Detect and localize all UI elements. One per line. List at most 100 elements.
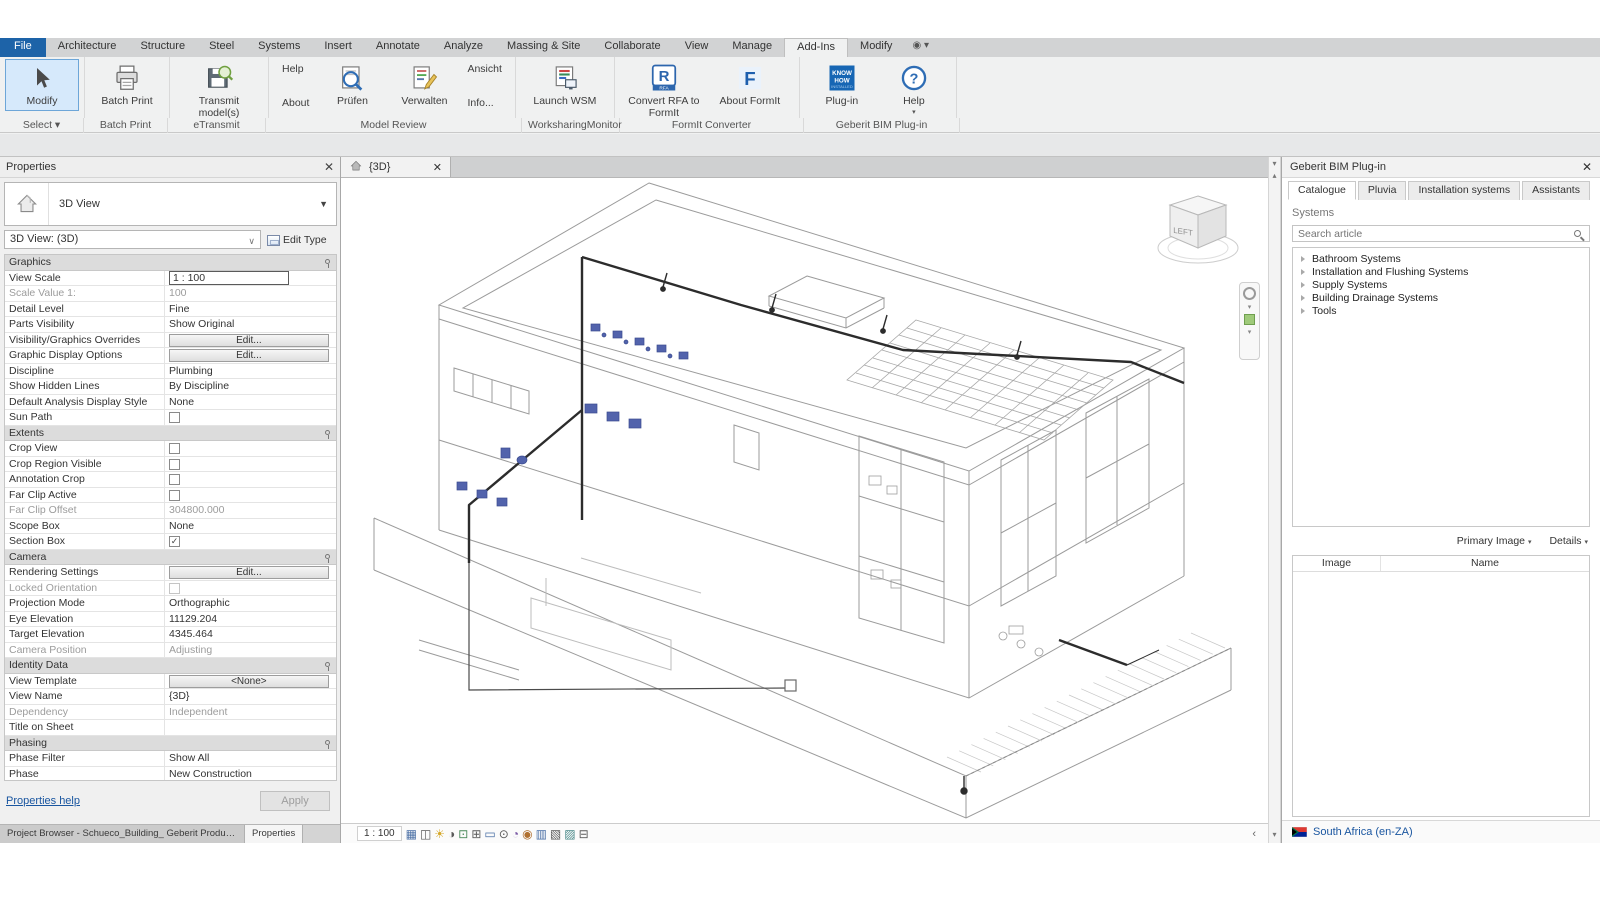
property-value[interactable]: None <box>165 395 336 410</box>
model-viewport[interactable]: LEFT ▾ ▾ <box>341 178 1268 823</box>
instance-selector[interactable]: 3D View: (3D) ∨ <box>4 230 261 249</box>
steering-wheel-icon[interactable] <box>1243 287 1256 300</box>
property-value[interactable]: None <box>165 519 336 534</box>
ribbon-button-help[interactable]: ?Help▾ <box>878 60 950 118</box>
apply-button[interactable]: Apply <box>260 791 330 811</box>
property-value[interactable]: Show All <box>165 751 336 766</box>
checkbox[interactable] <box>169 490 180 501</box>
view-tab-3d[interactable]: {3D} ✕ <box>341 157 451 177</box>
tree-item-tools[interactable]: Tools <box>1295 304 1587 317</box>
ribbon-tab-architecture[interactable]: Architecture <box>46 38 129 57</box>
search-icon[interactable] <box>1574 230 1581 237</box>
primary-image-dropdown[interactable]: Primary Image ▾ <box>1457 535 1532 547</box>
section-header-identity-data[interactable]: Identity Data <box>5 658 336 674</box>
ribbon-group-label[interactable]: Select ▾ <box>0 118 84 133</box>
tab-assistants[interactable]: Assistants <box>1522 181 1590 200</box>
footer-tab-project-browser[interactable]: Project Browser - Schueco_Building_ Gebe… <box>0 825 245 843</box>
detail-level-icon[interactable]: ▦ <box>406 826 417 842</box>
ribbon-button-help[interactable]: Help <box>279 62 312 76</box>
section-header-graphics[interactable]: Graphics <box>5 255 336 271</box>
scroll-down-icon[interactable]: ▾ <box>1269 830 1280 839</box>
rendering-dialog-icon[interactable]: ⊡ <box>458 826 468 842</box>
close-icon[interactable]: ✕ <box>1582 157 1592 178</box>
expand-arrow-icon[interactable] <box>1301 256 1305 262</box>
footer-tab-properties[interactable]: Properties <box>245 825 303 843</box>
property-value[interactable]: By Discipline <box>165 379 336 394</box>
expand-arrow-icon[interactable] <box>1301 308 1305 314</box>
tab-catalogue[interactable]: Catalogue <box>1288 181 1356 200</box>
section-header-phasing[interactable]: Phasing <box>5 736 336 752</box>
ribbon-tab-systems[interactable]: Systems <box>246 38 312 57</box>
expand-arrow-icon[interactable] <box>1301 269 1305 275</box>
chevron-down-icon[interactable]: ▼ <box>319 199 336 209</box>
vertical-scrollbar[interactable]: ▾ ▴ ▾ <box>1268 157 1281 843</box>
expand-arrow-icon[interactable] <box>1301 282 1305 288</box>
ribbon-tab-file[interactable]: File <box>0 38 46 57</box>
close-icon[interactable]: ✕ <box>433 161 442 174</box>
reveal-hidden-icon[interactable]: ◉ <box>522 826 532 842</box>
ribbon-button-modify[interactable]: Modify <box>6 60 78 110</box>
checkbox[interactable] <box>169 412 180 423</box>
value-input[interactable]: 1 : 100 <box>169 271 289 285</box>
ribbon-button-verwalten[interactable]: Verwalten <box>388 60 460 110</box>
tab-installation-systems[interactable]: Installation systems <box>1408 181 1520 200</box>
property-value[interactable] <box>165 720 336 735</box>
tree-item-supply-systems[interactable]: Supply Systems <box>1295 278 1587 291</box>
column-header-image[interactable]: Image <box>1293 556 1381 571</box>
ribbon-tab-modify[interactable]: Modify <box>848 38 904 57</box>
ribbon-tab-manage[interactable]: Manage <box>720 38 784 57</box>
value-button[interactable]: Edit... <box>169 349 329 362</box>
analysis-display-icon[interactable]: ▨ <box>564 826 575 842</box>
crop-region-icon[interactable]: ▭ <box>484 826 495 842</box>
view-cube[interactable]: LEFT <box>1156 186 1240 278</box>
property-value[interactable]: Fine <box>165 302 336 317</box>
tree-item-building-drainage-systems[interactable]: Building Drainage Systems <box>1295 291 1587 304</box>
close-icon[interactable]: ✕ <box>324 157 334 178</box>
temporary-hide-isolate-icon[interactable]: ◔ <box>512 826 519 842</box>
edit-type-button[interactable]: Edit Type <box>265 230 337 250</box>
ribbon-tab-add-ins[interactable]: Add-Ins <box>784 38 848 57</box>
ribbon-button-about-formit[interactable]: FAbout FormIt <box>707 60 793 110</box>
chevron-down-icon[interactable]: ▾ <box>1248 303 1252 311</box>
ribbon-tab-collaborate[interactable]: Collaborate <box>592 38 672 57</box>
ribbon-button-about[interactable]: About <box>279 96 312 110</box>
ribbon-button-transmit-model-s-[interactable]: Transmit model(s) <box>176 60 262 121</box>
ribbon-tab-steel[interactable]: Steel <box>197 38 246 57</box>
property-value[interactable]: {3D} <box>165 689 336 704</box>
property-value[interactable]: 4345.464 <box>165 627 336 642</box>
property-value[interactable]: 11129.204 <box>165 612 336 627</box>
scroll-left-icon[interactable]: ‹ <box>1252 828 1260 840</box>
section-header-extents[interactable]: Extents <box>5 426 336 442</box>
tree-item-bathroom-systems[interactable]: Bathroom Systems <box>1295 252 1587 265</box>
ribbon-button-info-[interactable]: Info... <box>464 96 504 110</box>
ribbon-button-ansicht[interactable]: Ansicht <box>464 62 504 76</box>
value-button[interactable]: Edit... <box>169 334 329 347</box>
section-header-camera[interactable]: Camera <box>5 550 336 566</box>
chevron-down-icon[interactable]: ▾ <box>1248 328 1252 336</box>
sun-path-icon[interactable]: ☀ <box>434 826 445 842</box>
ribbon-button-pr-fen[interactable]: Prüfen <box>316 60 388 110</box>
properties-help-link[interactable]: Properties help <box>6 795 80 807</box>
type-selector[interactable]: 3D View ▼ <box>4 182 337 226</box>
temporary-view-properties-icon[interactable]: ▧ <box>550 826 561 842</box>
tab-pluvia[interactable]: Pluvia <box>1358 181 1407 200</box>
ribbon-tab-structure[interactable]: Structure <box>128 38 197 57</box>
modify-panel-dropdown-icon[interactable]: ◉ ▾ <box>904 38 937 57</box>
search-input[interactable] <box>1293 228 1574 240</box>
panel-collapse-icon[interactable]: ▾ <box>1269 159 1280 168</box>
shadows-icon[interactable]: ◑ <box>448 826 455 842</box>
property-value[interactable]: Plumbing <box>165 364 336 379</box>
view-scale-control[interactable]: 1 : 100 <box>357 826 402 841</box>
expand-arrow-icon[interactable] <box>1301 295 1305 301</box>
ribbon-button-launch-wsm[interactable]: Launch WSM <box>522 60 608 110</box>
ribbon-tab-massing-site[interactable]: Massing & Site <box>495 38 592 57</box>
navigation-bar[interactable]: ▾ ▾ <box>1239 282 1260 360</box>
value-button[interactable]: Edit... <box>169 566 329 579</box>
locale-selector[interactable]: South Africa (en-ZA) <box>1282 820 1600 843</box>
ribbon-button-plug-in[interactable]: KNOWHOWINSTALLEDPlug-in <box>806 60 878 110</box>
ribbon-tab-insert[interactable]: Insert <box>312 38 364 57</box>
scroll-up-icon[interactable]: ▴ <box>1269 171 1280 180</box>
property-value[interactable]: Show Original <box>165 317 336 332</box>
ribbon-tab-view[interactable]: View <box>673 38 721 57</box>
checkbox-checked[interactable]: ✓ <box>169 536 180 547</box>
